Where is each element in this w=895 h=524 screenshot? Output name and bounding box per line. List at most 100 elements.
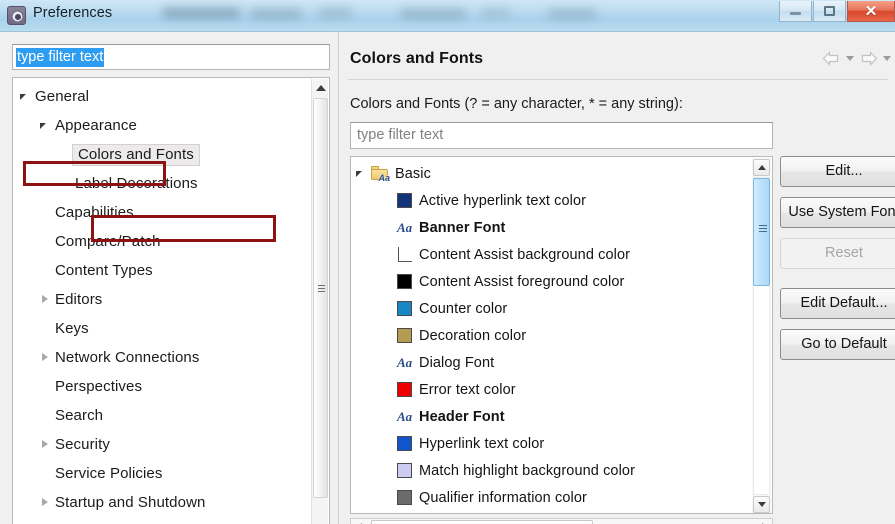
- forward-arrow-icon[interactable]: [859, 51, 878, 66]
- sidebar-item-label: Content Types: [55, 262, 153, 279]
- minimize-button[interactable]: [779, 1, 812, 22]
- sidebar-item-editors[interactable]: Editors: [13, 285, 313, 314]
- list-item[interactable]: Aa Dialog Font: [351, 349, 751, 376]
- sidebar-item-perspectives[interactable]: Perspectives: [13, 372, 313, 401]
- sidebar-item-compare-patch[interactable]: Compare/Patch: [13, 227, 313, 256]
- hscroll-right-icon[interactable]: [756, 519, 772, 524]
- sidebar-item-label: Appearance: [55, 117, 137, 134]
- forward-dropdown-caret-icon[interactable]: [883, 56, 891, 61]
- sidebar-item-content-types[interactable]: Content Types: [13, 256, 313, 285]
- hscroll-left-icon[interactable]: [351, 519, 367, 524]
- twisty-expanded-icon[interactable]: [355, 167, 368, 180]
- sidebar-item-label: Capabilities: [55, 204, 134, 221]
- dialog-body: type filter text General Appearance Colors…: [0, 31, 895, 524]
- edit-default-button[interactable]: Edit Default...: [780, 288, 895, 319]
- twisty-collapsed-icon[interactable]: [39, 351, 52, 364]
- list-horizontal-scrollbar[interactable]: [350, 518, 773, 524]
- sidebar-item-capabilities[interactable]: Capabilities: [13, 198, 313, 227]
- back-dropdown-caret-icon[interactable]: [846, 56, 854, 61]
- back-arrow-icon[interactable]: [822, 51, 841, 66]
- list-item[interactable]: Error text color: [351, 376, 751, 403]
- colors-and-fonts-page: Colors and Fonts Colors and Fonts (? = a…: [340, 32, 895, 524]
- list-item-label: Banner Font: [419, 219, 506, 236]
- sidebar-item-label: Keys: [55, 320, 89, 337]
- sidebar-item-appearance[interactable]: Appearance: [13, 111, 313, 140]
- preferences-tree[interactable]: General Appearance Colors and Fonts Label D…: [12, 77, 330, 524]
- sidebar-item-label: Service Policies: [55, 465, 163, 482]
- list-item[interactable]: Counter color: [351, 295, 751, 322]
- window-titlebar: Preferences ✕: [0, 0, 895, 31]
- list-item-label: Dialog Font: [419, 354, 495, 371]
- reset-button: Reset: [780, 238, 895, 269]
- twisty-collapsed-icon[interactable]: [39, 293, 52, 306]
- list-item[interactable]: Active hyperlink text color: [351, 187, 751, 214]
- go-to-default-button[interactable]: Go to Default: [780, 329, 895, 360]
- list-item-label: Content Assist background color: [419, 246, 631, 263]
- sidebar-item-label: Security: [55, 436, 110, 453]
- color-swatch-icon: [397, 328, 412, 343]
- twisty-collapsed-icon[interactable]: [39, 496, 52, 509]
- list-item[interactable]: Qualifier information color: [351, 484, 751, 511]
- list-item[interactable]: Content Assist background color: [351, 241, 751, 268]
- list-vertical-scrollbar[interactable]: [752, 158, 771, 513]
- close-button[interactable]: ✕: [847, 1, 895, 22]
- colors-filter-input[interactable]: type filter text: [350, 122, 773, 149]
- maximize-button[interactable]: [813, 1, 846, 22]
- twisty-collapsed-icon[interactable]: [39, 438, 52, 451]
- sidebar-item-keys[interactable]: Keys: [13, 314, 313, 343]
- font-preview-icon: Aa: [397, 355, 413, 370]
- list-item-label: Counter color: [419, 300, 508, 317]
- colors-and-fonts-list: Aa Basic Active hyperlink text color Aa Bann…: [351, 157, 751, 511]
- sidebar-item-security[interactable]: Security: [13, 430, 313, 459]
- list-item[interactable]: Content Assist foreground color: [351, 268, 751, 295]
- list-item-label: Error text color: [419, 381, 516, 398]
- scroll-up-arrow-icon[interactable]: [312, 79, 329, 96]
- sidebar-scroll-thumb[interactable]: [313, 98, 328, 498]
- preferences-dialog: Preferences ✕ type filter text General Ap…: [0, 0, 895, 524]
- preferences-tree-list: General Appearance Colors and Fonts Label D…: [13, 78, 313, 524]
- titlebar-blurred-background: [150, 2, 750, 28]
- list-scroll-up-icon[interactable]: [753, 159, 770, 176]
- list-item[interactable]: Aa Header Font: [351, 403, 751, 430]
- sidebar-item-label: Perspectives: [55, 378, 143, 395]
- sidebar-vertical-scrollbar[interactable]: [311, 79, 328, 524]
- sidebar-item-label: Startup and Shutdown: [55, 494, 206, 511]
- sidebar-item-network-connections[interactable]: Network Connections: [13, 343, 313, 372]
- colors-filter-placeholder: type filter text: [357, 127, 444, 143]
- list-scroll-down-icon[interactable]: [753, 496, 770, 513]
- colors-and-fonts-tree[interactable]: Aa Basic Active hyperlink text color Aa Bann…: [350, 156, 773, 514]
- pane-separator: [338, 32, 339, 524]
- edit-button[interactable]: Edit...: [780, 156, 895, 187]
- sidebar-item-general[interactable]: General: [13, 82, 313, 111]
- gear-icon: [7, 6, 26, 25]
- list-group-row[interactable]: Aa Basic: [351, 160, 751, 187]
- list-item[interactable]: Hyperlink text color: [351, 430, 751, 457]
- list-item[interactable]: Aa Banner Font: [351, 214, 751, 241]
- list-item[interactable]: Decoration color: [351, 322, 751, 349]
- sidebar-item-colors-and-fonts[interactable]: Colors and Fonts: [13, 140, 313, 169]
- use-system-font-button[interactable]: Use System Font: [780, 197, 895, 228]
- sidebar-filter-input[interactable]: type filter text: [12, 44, 330, 70]
- folder-font-icon: Aa: [371, 166, 390, 183]
- page-title: Colors and Fonts: [350, 50, 484, 67]
- list-scroll-grip-icon: [759, 225, 767, 235]
- list-item[interactable]: Match highlight background color: [351, 457, 751, 484]
- list-item-label: Match highlight background color: [419, 462, 635, 479]
- twisty-expanded-icon[interactable]: [19, 90, 32, 103]
- hscroll-thumb[interactable]: [371, 520, 593, 524]
- sidebar-item-label-decorations[interactable]: Label Decorations: [13, 169, 313, 198]
- sidebar-item-label: Editors: [55, 291, 103, 308]
- twisty-expanded-icon[interactable]: [39, 119, 52, 132]
- sidebar-item-service-policies[interactable]: Service Policies: [13, 459, 313, 488]
- list-scroll-thumb[interactable]: [753, 178, 770, 286]
- sidebar-item-label: Colors and Fonts: [72, 143, 200, 166]
- sidebar-item-search[interactable]: Search: [13, 401, 313, 430]
- list-item-label: Header Font: [419, 408, 505, 425]
- sidebar-item-tracing[interactable]: Tracing: [13, 517, 313, 524]
- window-controls: ✕: [779, 0, 895, 25]
- sidebar-item-startup-and-shutdown[interactable]: Startup and Shutdown: [13, 488, 313, 517]
